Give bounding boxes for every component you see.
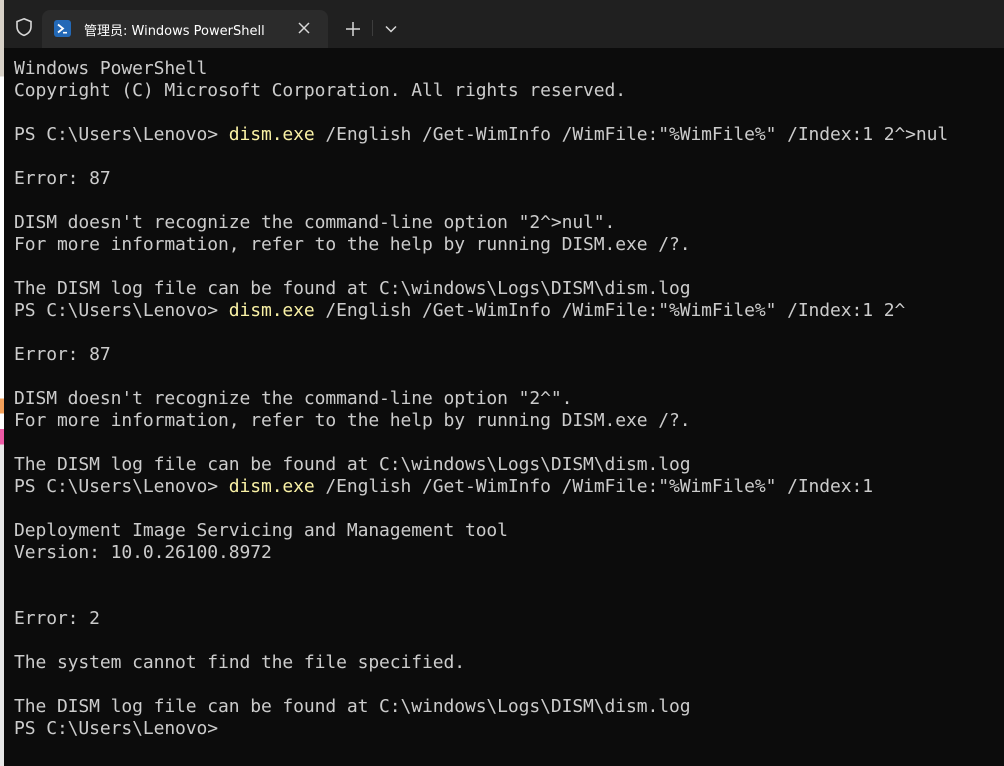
close-icon[interactable] bbox=[294, 18, 314, 38]
tab-title: 管理员: Windows PowerShell bbox=[84, 24, 265, 39]
command-name: dism.exe bbox=[228, 476, 315, 497]
desktop-background-edge bbox=[0, 0, 4, 766]
terminal-output-line: DISM doesn't recognize the command-line … bbox=[14, 388, 573, 409]
command-name: dism.exe bbox=[228, 124, 315, 145]
command-arguments: /English /Get-WimInfo /WimFile:"%WimFile… bbox=[314, 300, 906, 321]
plus-icon[interactable] bbox=[340, 16, 366, 42]
command-name: dism.exe bbox=[228, 300, 315, 321]
terminal-output-line: Error: 87 bbox=[14, 168, 111, 189]
terminal-output-line: Error: 2 bbox=[14, 608, 100, 629]
shield-icon bbox=[16, 17, 32, 37]
scrollbar[interactable] bbox=[998, 48, 1004, 766]
terminal-output-line: Version: 10.0.26100.8972 bbox=[14, 542, 272, 563]
terminal-output-line: For more information, refer to the help … bbox=[14, 410, 691, 431]
command-arguments: /English /Get-WimInfo /WimFile:"%WimFile… bbox=[314, 476, 873, 497]
terminal-command-line: PS C:\Users\Lenovo> bbox=[14, 718, 1002, 740]
terminal-command-line: PS C:\Users\Lenovo> dism.exe /English /G… bbox=[14, 124, 1002, 146]
terminal-output-line: The DISM log file can be found at C:\win… bbox=[14, 278, 691, 299]
title-bar[interactable]: 管理员: Windows PowerShell bbox=[0, 0, 1004, 48]
powershell-icon bbox=[54, 20, 71, 37]
prompt-text: PS C:\Users\Lenovo> bbox=[14, 476, 229, 497]
terminal-output-line: Deployment Image Servicing and Managemen… bbox=[14, 520, 508, 541]
command-arguments: /English /Get-WimInfo /WimFile:"%WimFile… bbox=[314, 124, 949, 145]
terminal-command-line: PS C:\Users\Lenovo> dism.exe /English /G… bbox=[14, 300, 1002, 322]
terminal-output-line: DISM doesn't recognize the command-line … bbox=[14, 212, 616, 233]
terminal-output-line: The system cannot find the file specifie… bbox=[14, 652, 465, 673]
prompt-text: PS C:\Users\Lenovo> bbox=[14, 124, 229, 145]
terminal-output-line: For more information, refer to the help … bbox=[14, 234, 691, 255]
terminal-output-line: Copyright (C) Microsoft Corporation. All… bbox=[14, 80, 627, 101]
divider bbox=[372, 20, 373, 36]
terminal-output-line: Windows PowerShell bbox=[14, 58, 208, 79]
tab-powershell[interactable]: 管理员: Windows PowerShell bbox=[42, 10, 328, 48]
terminal-window: 管理员: Windows PowerShell Windows PowerShe… bbox=[0, 0, 1004, 766]
terminal-output-line: The DISM log file can be found at C:\win… bbox=[14, 454, 691, 475]
prompt-text: PS C:\Users\Lenovo> bbox=[14, 718, 229, 739]
chevron-down-icon[interactable] bbox=[378, 16, 404, 42]
terminal-command-line: PS C:\Users\Lenovo> dism.exe /English /G… bbox=[14, 476, 1002, 498]
terminal-output-line: The DISM log file can be found at C:\win… bbox=[14, 696, 691, 717]
terminal-output[interactable]: Windows PowerShell Copyright (C) Microsof… bbox=[14, 58, 1002, 758]
prompt-text: PS C:\Users\Lenovo> bbox=[14, 300, 229, 321]
terminal-output-line: Error: 87 bbox=[14, 344, 111, 365]
